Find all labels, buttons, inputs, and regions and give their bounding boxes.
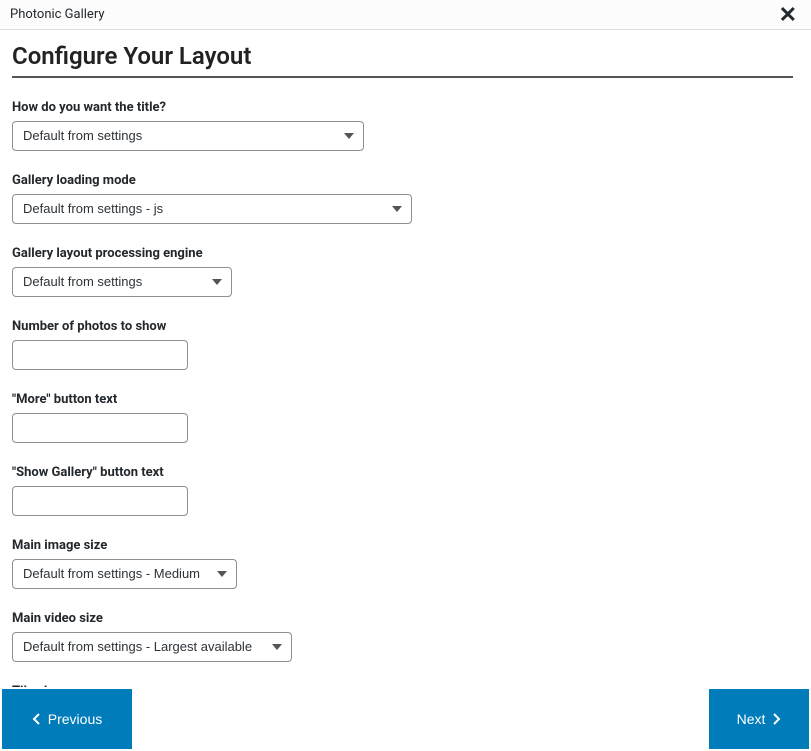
label-photo-count: Number of photos to show [12,319,793,334]
input-show-gallery-text[interactable] [12,486,188,516]
modal-header: Photonic Gallery ✕ [0,0,811,30]
modal-dialog: Photonic Gallery ✕ Configure Your Layout… [0,0,811,751]
select-loading-mode[interactable]: Default from settings - js [12,194,412,224]
select-wrap: Default from settings - js [12,194,412,224]
next-button[interactable]: Next [709,689,809,749]
chevron-left-icon [32,713,40,725]
select-wrap: Default from settings - Medium [12,559,237,589]
previous-label: Previous [48,711,102,727]
scroll-area[interactable]: Configure Your Layout How do you want th… [0,30,811,687]
select-wrap: Default from settings [12,121,364,151]
label-more-text: "More" button text [12,392,793,407]
label-tile-size: Tile size [12,684,793,687]
field-tile-size: Tile size Default from settings - Medium [12,684,793,687]
label-title-position: How do you want the title? [12,100,793,115]
field-main-image-size: Main image size Default from settings - … [12,538,793,589]
field-title-position: How do you want the title? Default from … [12,100,793,151]
modal-title: Photonic Gallery [10,7,105,22]
previous-button[interactable]: Previous [2,689,132,749]
footer-nav: Previous Next [0,687,811,751]
label-main-image-size: Main image size [12,538,793,553]
field-more-text: "More" button text [12,392,793,443]
field-photo-count: Number of photos to show [12,319,793,370]
label-loading-mode: Gallery loading mode [12,173,793,188]
select-layout-engine[interactable]: Default from settings [12,267,232,297]
field-loading-mode: Gallery loading mode Default from settin… [12,173,793,224]
input-photo-count[interactable] [12,340,188,370]
field-show-gallery-text: "Show Gallery" button text [12,465,793,516]
select-wrap: Default from settings - Largest availabl… [12,632,292,662]
close-button[interactable]: ✕ [775,4,801,26]
field-main-video-size: Main video size Default from settings - … [12,611,793,662]
input-more-text[interactable] [12,413,188,443]
label-layout-engine: Gallery layout processing engine [12,246,793,261]
next-label: Next [737,711,766,727]
field-layout-engine: Gallery layout processing engine Default… [12,246,793,297]
page-title: Configure Your Layout [12,42,793,78]
form-content: Configure Your Layout How do you want th… [0,30,811,687]
select-main-image-size[interactable]: Default from settings - Medium [12,559,237,589]
label-show-gallery-text: "Show Gallery" button text [12,465,793,480]
label-main-video-size: Main video size [12,611,793,626]
select-title-position[interactable]: Default from settings [12,121,364,151]
select-wrap: Default from settings [12,267,232,297]
select-main-video-size[interactable]: Default from settings - Largest availabl… [12,632,292,662]
close-icon: ✕ [779,2,797,27]
chevron-right-icon [773,713,781,725]
